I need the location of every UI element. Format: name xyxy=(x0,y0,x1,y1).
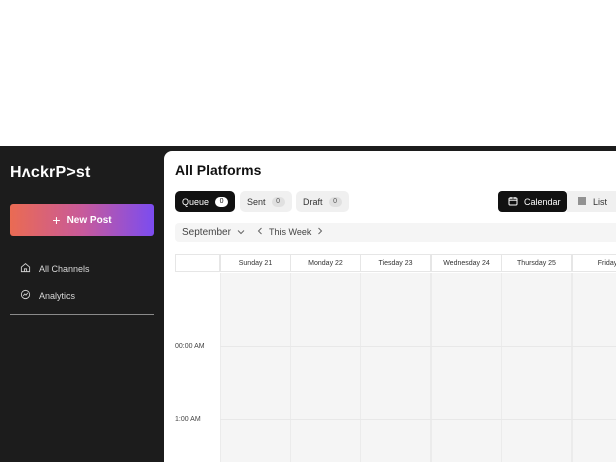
calendar-view-button[interactable]: Calendar xyxy=(498,191,567,212)
week-navigator: This Week xyxy=(257,227,323,237)
count-badge: 0 xyxy=(271,196,285,207)
time-label: 00:00 AM xyxy=(175,343,205,350)
month-label: September xyxy=(182,227,231,238)
sidebar-item-label: All Channels xyxy=(39,263,90,274)
tab-queue[interactable]: Queue 0 xyxy=(175,191,236,212)
time-column-header xyxy=(175,254,220,272)
app-logo[interactable]: HʌckrP>st xyxy=(10,164,91,182)
new-post-button[interactable]: + New Post xyxy=(10,204,154,236)
day-header: Tiesday 23 xyxy=(360,254,431,272)
app-shell: HʌckrP>st + New Post All Channels Analyt… xyxy=(0,146,616,462)
sidebar-item-analytics[interactable]: Analytics xyxy=(20,289,75,302)
page-title: All Platforms xyxy=(175,162,262,178)
plus-icon: + xyxy=(52,212,61,228)
day-column[interactable] xyxy=(431,273,502,462)
sidebar-item-label: Analytics xyxy=(39,290,76,301)
chevron-down-icon xyxy=(237,227,245,238)
day-column[interactable] xyxy=(220,273,291,462)
count-badge: 0 xyxy=(328,196,342,207)
chevron-right-icon[interactable] xyxy=(317,227,323,237)
analytics-icon xyxy=(20,289,31,302)
tab-draft[interactable]: Draft 0 xyxy=(296,191,349,212)
day-header: Wednesday 24 xyxy=(431,254,502,272)
month-select[interactable]: September xyxy=(182,227,245,238)
calendar-view-label: Calendar xyxy=(524,196,561,207)
hour-line xyxy=(220,346,616,347)
day-header: Sunday 21 xyxy=(220,254,291,272)
count-badge: 0 xyxy=(215,196,229,207)
tab-label: Queue xyxy=(182,196,210,207)
new-post-label: New Post xyxy=(66,214,112,226)
list-icon xyxy=(577,196,587,208)
home-icon xyxy=(20,262,31,275)
tab-label: Draft xyxy=(303,196,323,207)
list-view-button[interactable]: List xyxy=(567,191,616,212)
tab-sent[interactable]: Sent 0 xyxy=(240,191,292,212)
day-header: Friday xyxy=(572,254,616,272)
day-column[interactable] xyxy=(572,273,616,462)
filter-bar: September This Week xyxy=(175,223,616,242)
day-column[interactable] xyxy=(360,273,431,462)
chevron-left-icon[interactable] xyxy=(257,227,263,237)
list-view-label: List xyxy=(593,196,608,207)
calendar-icon xyxy=(508,196,518,208)
hour-line xyxy=(220,419,616,420)
day-header: Monday 22 xyxy=(290,254,361,272)
day-column[interactable] xyxy=(501,273,572,462)
day-column[interactable] xyxy=(290,273,361,462)
sidebar-item-all-channels[interactable]: All Channels xyxy=(20,262,90,275)
week-label: This Week xyxy=(269,227,312,237)
sidebar-divider xyxy=(10,314,154,315)
main-panel: All Platforms Queue 0 Sent 0 Draft 0 Cal… xyxy=(164,151,616,462)
time-label: 1:00 AM xyxy=(175,416,201,423)
tab-label: Sent xyxy=(247,196,266,207)
day-header: Thursday 25 xyxy=(501,254,572,272)
